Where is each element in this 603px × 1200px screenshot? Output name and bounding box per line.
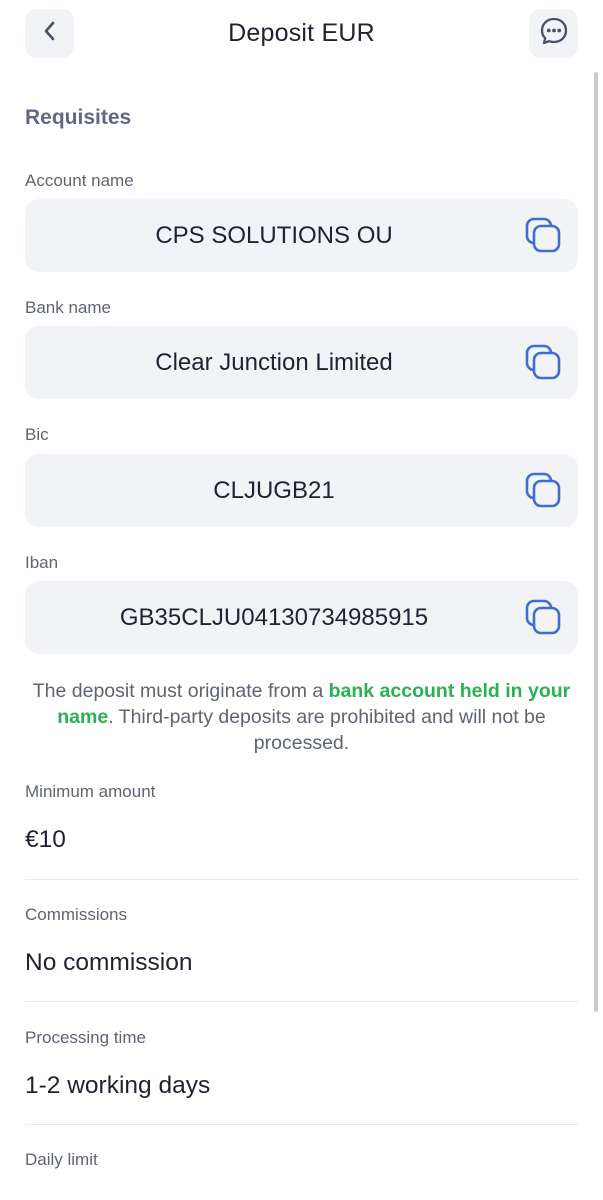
bank-name-field: Clear Junction Limited (25, 326, 578, 399)
copy-bank-name-button[interactable] (524, 343, 564, 383)
notice-text-after: . Third-party deposits are prohibited an… (108, 706, 546, 754)
commissions-value: No commission (25, 949, 193, 976)
copy-icon (524, 217, 564, 260)
copy-bic-button[interactable] (524, 471, 564, 511)
deposit-eur-screen: Deposit EUR Requisites Account name CPS … (0, 0, 603, 1200)
daily-limit-label: Daily limit (25, 1150, 98, 1169)
iban-value: GB35CLJU04130734985915 (119, 604, 429, 631)
account-name-label: Account name (25, 171, 134, 190)
chat-button[interactable] (529, 9, 578, 58)
scrollbar[interactable] (594, 72, 598, 1012)
account-name-field: CPS SOLUTIONS OU (25, 199, 578, 272)
copy-icon (524, 472, 564, 515)
divider (25, 879, 578, 880)
requisites-heading: Requisites (25, 106, 132, 129)
processing-time-label: Processing time (25, 1028, 146, 1047)
copy-icon (524, 344, 564, 387)
copy-icon (524, 599, 564, 642)
minimum-amount-label: Minimum amount (25, 782, 156, 801)
bank-name-label: Bank name (25, 298, 111, 317)
copy-iban-button[interactable] (524, 598, 564, 638)
iban-label: Iban (25, 553, 59, 572)
bic-value: CLJUGB21 (213, 477, 335, 504)
notice-text-before: The deposit must originate from a (32, 680, 329, 702)
page-title: Deposit EUR (228, 19, 375, 47)
bic-field: CLJUGB21 (25, 454, 578, 527)
divider (25, 1001, 578, 1002)
header: Deposit EUR (0, 0, 603, 72)
third-party-deposit-notice: The deposit must originate from a bank a… (25, 678, 578, 756)
bank-name-value: Clear Junction Limited (155, 349, 393, 376)
minimum-amount-value: €10 (25, 826, 66, 853)
bic-label: Bic (25, 425, 49, 444)
account-name-value: CPS SOLUTIONS OU (155, 222, 393, 249)
copy-account-name-button[interactable] (524, 216, 564, 256)
chat-bubble-icon (538, 15, 570, 52)
divider (25, 1124, 578, 1125)
processing-time-value: 1-2 working days (25, 1072, 211, 1099)
iban-field: GB35CLJU04130734985915 (25, 581, 578, 654)
commissions-label: Commissions (25, 905, 128, 924)
